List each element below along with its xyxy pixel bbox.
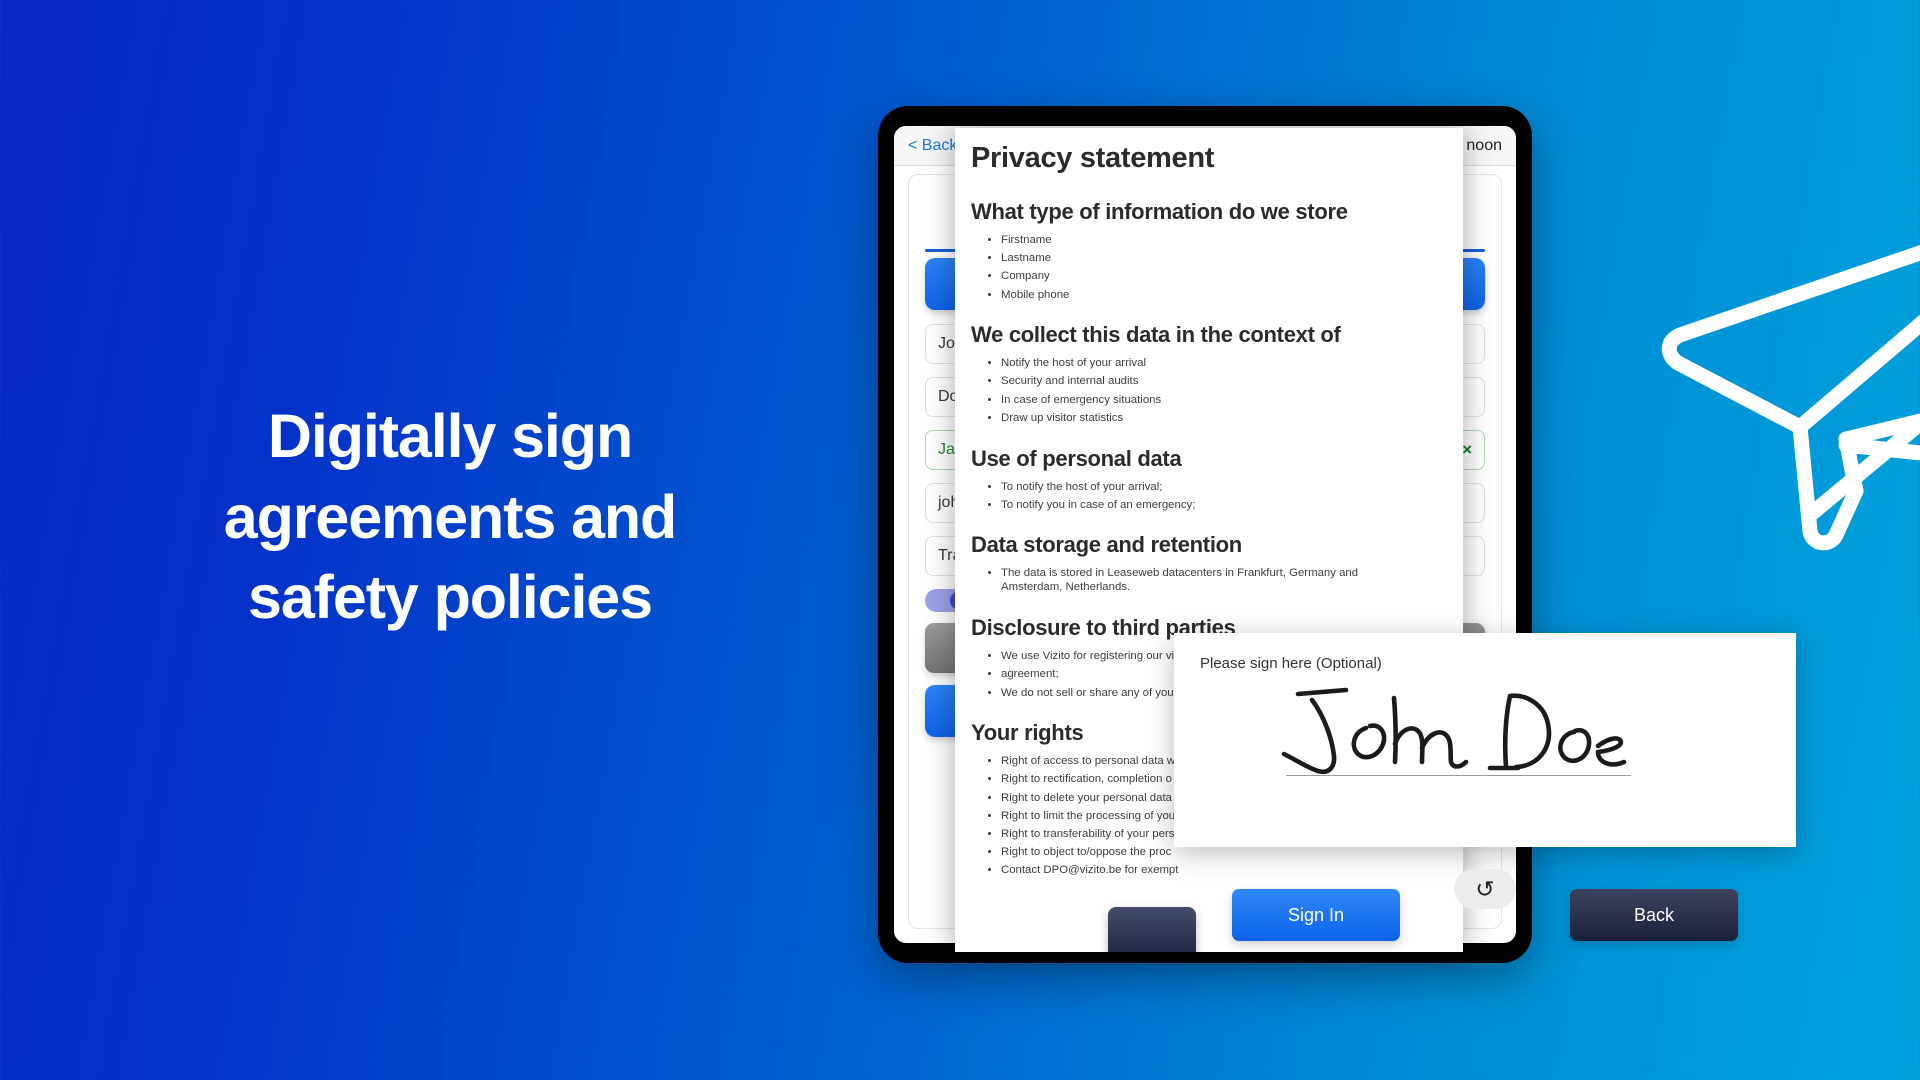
undo-icon[interactable]: ↺ [1454,869,1516,909]
privacy-section-heading: Data storage and retention [971,532,1242,558]
privacy-section-list: Notify the host of your arrival Security … [1001,357,1439,425]
headline-line-2: agreements and [223,482,678,551]
privacy-section-list: The data is stored in Leaseweb datacente… [1001,567,1439,595]
privacy-section-heading: We collect this data in the context of [971,322,1341,348]
privacy-list-item: Mobile phone [1001,289,1439,303]
signature-baseline [1286,774,1631,776]
privacy-section-list: Firstname Lastname Company Mobile phone [1001,234,1439,302]
privacy-list-item: Security and internal audits [1001,375,1439,389]
paper-plane-icon [1660,215,1920,555]
privacy-section-heading: What type of information do we store [971,199,1348,224]
privacy-section-heading: Use of personal data [971,445,1182,471]
signature-panel-wrapper: Please sign here (Optional) Sign In ↺ Ba… [1174,633,1796,975]
headline-line-3: safety policies [248,563,653,632]
headline-line-1: Digitally sign [267,402,633,470]
privacy-list-item: Notify the host of your arrival [1001,357,1439,371]
page-title: Digitally sign agreements and safety pol… [0,396,900,638]
privacy-list-item: Firstname [1001,234,1439,248]
privacy-list-item: Company [1001,270,1439,284]
privacy-title: Privacy statement [971,142,1215,174]
back-link[interactable]: < Back [908,137,957,155]
privacy-list-item: To notify you in case of an emergency; [1001,499,1439,513]
signature-panel: Please sign here (Optional) Sign In ↺ Ba… [1174,633,1796,941]
signature-actions: Sign In ↺ Back [1174,855,1796,975]
privacy-list-item: Draw up visitor statistics [1001,412,1439,426]
privacy-list-item: Lastname [1001,252,1439,266]
privacy-list-item: To notify the host of your arrival; [1001,481,1439,495]
signature-canvas[interactable] [1200,672,1770,792]
greeting-text: noon [1466,136,1502,154]
privacy-list-item: In case of emergency situations [1001,394,1439,408]
sign-in-button[interactable]: Sign In [1232,889,1400,941]
privacy-list-item: The data is stored in Leaseweb datacente… [1001,567,1401,595]
clear-icon[interactable]: × [1462,440,1472,460]
privacy-section-list: To notify the host of your arrival; To no… [1001,481,1439,513]
back-button[interactable]: Back [1570,889,1738,941]
signature-label: Please sign here (Optional) [1200,655,1382,672]
